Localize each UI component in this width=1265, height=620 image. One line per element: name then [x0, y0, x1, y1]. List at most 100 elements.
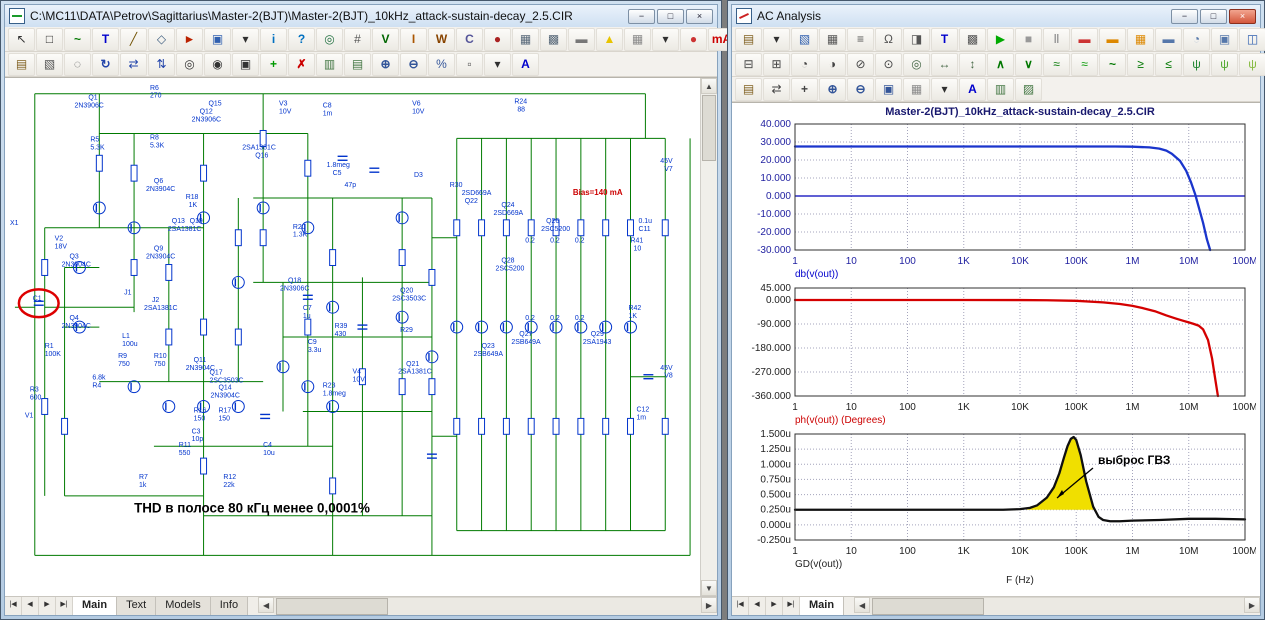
tab-nav-first[interactable]: |◀ — [5, 597, 22, 615]
analysis-plot-area[interactable]: Master-2(BJT)_10kHz_attack-sustain-decay… — [732, 102, 1260, 596]
minimize-button[interactable]: − — [1171, 9, 1198, 24]
magnitude-plot[interactable]: 40.00030.00020.00010.0000.000-10.000-20.… — [740, 119, 1256, 267]
scope-orange-button[interactable]: ▬ — [1099, 28, 1126, 51]
tab-models[interactable]: Models — [156, 597, 210, 615]
data-points-button[interactable]: ▦ — [1127, 28, 1154, 51]
grid-dropdown-arrow[interactable]: ▾ — [931, 78, 958, 101]
mode-dropdown[interactable]: ▾ — [232, 28, 259, 51]
next-high-button[interactable]: ≈ — [1043, 53, 1070, 76]
analysis-window[interactable]: AC Analysis − □ × ▤▾▧▦≡Ω◨T▩▶■‖▬▬▦▬◔▣◫⊟▩ … — [727, 0, 1265, 620]
grid-toggle[interactable]: ▦ — [624, 28, 651, 51]
properties-button[interactable]: ▩ — [959, 28, 986, 51]
next-gmax-button[interactable]: ≤ — [1155, 53, 1182, 76]
scroll-track[interactable] — [274, 597, 701, 615]
tag-point-button[interactable]: ◎ — [903, 53, 930, 76]
run-button[interactable]: ▶ — [987, 28, 1014, 51]
grid-dropdown[interactable]: ▦ — [903, 78, 930, 101]
text-tool[interactable]: T — [931, 28, 958, 51]
panel-bottom-button[interactable]: ⊞ — [763, 53, 790, 76]
tile-h-button[interactable]: ◫ — [1239, 28, 1265, 51]
cross-area-toggle[interactable]: ▩ — [540, 28, 567, 51]
schematic-vertical-scrollbar[interactable]: ▲ ▼ — [700, 78, 717, 596]
zoom-out-button[interactable]: ⊖ — [400, 53, 427, 76]
fern-1-button[interactable]: ψ — [1183, 53, 1210, 76]
optimize-button[interactable]: Ω — [875, 28, 902, 51]
maximize-button[interactable]: □ — [1200, 9, 1227, 24]
zoom-window-button[interactable]: ▣ — [875, 78, 902, 101]
border-toggle[interactable]: ▬ — [568, 28, 595, 51]
panel-left-button[interactable]: ⊟ — [735, 53, 762, 76]
paste-button[interactable]: ▨ — [1015, 78, 1042, 101]
step-out-button[interactable]: ▤ — [344, 53, 371, 76]
next-valley-button[interactable]: ∨ — [1015, 53, 1042, 76]
file-dropdown[interactable]: ▾ — [763, 28, 790, 51]
scroll-right-button[interactable]: ▶ — [701, 597, 717, 613]
stepping-button[interactable]: ≡ — [847, 28, 874, 51]
graphics-tool[interactable]: ◇ — [148, 28, 175, 51]
clipboard-button[interactable]: ▤ — [735, 78, 762, 101]
tab-main[interactable]: Main — [73, 597, 117, 615]
text-tool[interactable]: T — [92, 28, 119, 51]
comment-balloon-button[interactable]: ◌ — [64, 53, 91, 76]
scroll-right-button[interactable]: ▶ — [1244, 597, 1260, 613]
tab-nav-last[interactable]: ▶| — [783, 597, 800, 615]
line-tool[interactable]: ╱ — [120, 28, 147, 51]
fern-3-button[interactable]: ψ — [1239, 53, 1265, 76]
next-peak-button[interactable]: ∧ — [987, 53, 1014, 76]
power-toggle[interactable]: W — [428, 28, 455, 51]
cursor-q1-button[interactable]: ◔ — [791, 53, 818, 76]
go-to-y-button[interactable]: ⊙ — [875, 53, 902, 76]
tab-nav-prev[interactable]: ◀ — [749, 597, 766, 615]
stop-button[interactable]: ■ — [1015, 28, 1042, 51]
font-button[interactable]: A — [959, 78, 986, 101]
grid-text-toggle[interactable]: ▦ — [512, 28, 539, 51]
ruler-button[interactable]: ▬ — [1155, 28, 1182, 51]
scroll-left-button[interactable]: ◀ — [854, 597, 870, 613]
wire-tool[interactable]: ~ — [64, 28, 91, 51]
mirror-v-button[interactable]: ⇅ — [148, 53, 175, 76]
point-tag-mode[interactable]: ◎ — [316, 28, 343, 51]
current-toggle[interactable]: I — [400, 28, 427, 51]
zoom-in-button[interactable]: ⊕ — [372, 53, 399, 76]
horizontal-scrollbar[interactable]: ◀▶ — [258, 597, 717, 615]
pkg-button[interactable]: ▣ — [1211, 28, 1238, 51]
node-voltages-toggle[interactable]: V — [372, 28, 399, 51]
tab-nav-prev[interactable]: ◀ — [22, 597, 39, 615]
zoom-in-button[interactable]: ⊕ — [819, 78, 846, 101]
find-repeat-button[interactable]: ◉ — [204, 53, 231, 76]
select-region-button[interactable]: ▧ — [36, 53, 63, 76]
zoom-fit-button[interactable]: ▣ — [232, 53, 259, 76]
file-button[interactable]: ▤ — [735, 28, 762, 51]
copy-button[interactable]: ▥ — [987, 78, 1014, 101]
zoom-out-button[interactable]: ⊖ — [847, 78, 874, 101]
limits-button[interactable]: ▦ — [819, 28, 846, 51]
delete-button[interactable]: ✗ — [288, 53, 315, 76]
help-mode[interactable]: ? — [288, 28, 315, 51]
flag-tool[interactable]: ► — [176, 28, 203, 51]
tab-nav-next[interactable]: ▶ — [39, 597, 56, 615]
pause-button[interactable]: ‖ — [1043, 28, 1070, 51]
scope-red-button[interactable]: ▬ — [1071, 28, 1098, 51]
analysis-titlebar[interactable]: AC Analysis − □ × — [732, 5, 1260, 27]
tab-nav-last[interactable]: ▶| — [56, 597, 73, 615]
next-inflection-button[interactable]: ~ — [1099, 53, 1126, 76]
scroll-track[interactable] — [870, 597, 1244, 615]
zoom-percent-button[interactable]: % — [428, 53, 455, 76]
rotate-button[interactable]: ↻ — [92, 53, 119, 76]
font-button[interactable]: A — [512, 53, 539, 76]
pin-toggle[interactable]: ● — [484, 28, 511, 51]
shape-dropdown[interactable]: ▾ — [652, 28, 679, 51]
next-low-button[interactable]: ≈ — [1071, 53, 1098, 76]
tab-main[interactable]: Main — [800, 597, 844, 615]
tab-text[interactable]: Text — [117, 597, 156, 615]
mode-dropdown-2[interactable]: ▾ — [484, 53, 511, 76]
picture-tool[interactable]: ▣ — [204, 28, 231, 51]
tag-vertical-button[interactable]: ↕ — [959, 53, 986, 76]
new-window-button[interactable]: ▧ — [791, 28, 818, 51]
color-swatch[interactable]: ● — [680, 28, 707, 51]
phase-plot[interactable]: 45.0000.000-90.000-180.000-270.000-360.0… — [740, 283, 1256, 413]
properties-slider-button[interactable]: ⇄ — [763, 78, 790, 101]
scroll-track[interactable] — [701, 162, 717, 580]
analysis-window-button[interactable]: ◨ — [903, 28, 930, 51]
warning-indicator[interactable]: ▲ — [596, 28, 623, 51]
